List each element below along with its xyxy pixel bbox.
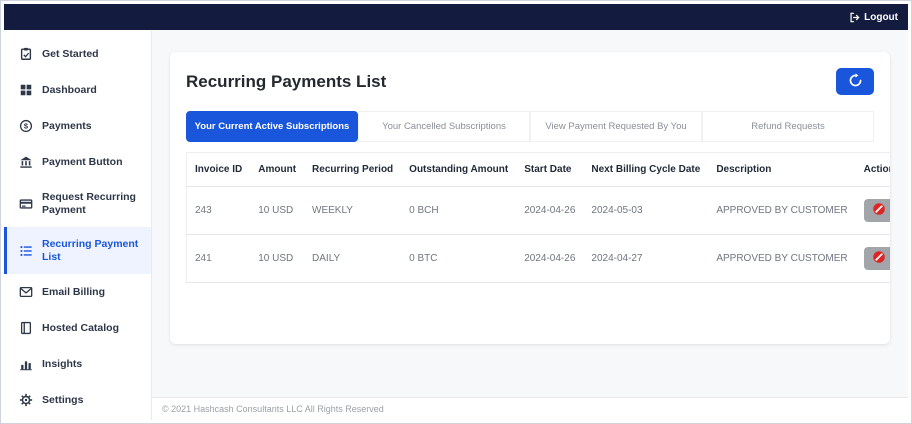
sidebar-item-insights[interactable]: Insights	[4, 346, 151, 382]
sidebar-item-label: Hosted Catalog	[42, 322, 120, 335]
dashboard-grid-icon	[19, 83, 33, 97]
sidebar-item-request-recurring-payment[interactable]: Request Recurring Payment	[4, 180, 151, 227]
cell-description: APPROVED BY CUSTOMER	[708, 234, 856, 283]
history-button[interactable]	[836, 68, 874, 95]
cell-start-date: 2024-04-26	[516, 234, 584, 283]
cell-amount: 10 USD	[250, 234, 305, 283]
tab-payment-requested-by-you[interactable]: View Payment Requested By You	[530, 111, 702, 142]
sidebar-item-label: Dashboard	[42, 83, 97, 96]
column-header-start-date: Start Date	[516, 152, 584, 187]
sidebar-item-recurring-payment-list[interactable]: Recurring Payment List	[4, 227, 151, 275]
table-row: 241 10 USD DAILY 0 BTC 2024-04-26 2024-0…	[186, 234, 890, 283]
cell-recurring-period: DAILY	[304, 234, 402, 283]
subscriptions-table: Invoice ID Amount Recurring Period Outst…	[186, 152, 890, 283]
cell-start-date: 2024-04-26	[516, 186, 584, 235]
recurring-payments-card: Recurring Payments List Your Current Act…	[170, 52, 890, 344]
svg-text:$: $	[24, 122, 29, 131]
card-request-icon	[19, 197, 33, 211]
top-header: Logout	[4, 4, 908, 30]
column-header-recurring-period: Recurring Period	[304, 152, 402, 187]
cancel-subscription-button[interactable]	[863, 247, 890, 270]
sidebar-item-label: Get Started	[42, 47, 99, 60]
footer: © 2021 Hashcash Consultants LLC All Righ…	[152, 397, 908, 420]
table-row: 243 10 USD WEEKLY 0 BCH 2024-04-26 2024-…	[186, 186, 890, 235]
dollar-circle-icon: $	[19, 119, 33, 133]
gear-icon	[19, 393, 33, 407]
list-icon	[19, 244, 33, 258]
catalog-book-icon	[19, 321, 33, 335]
cell-next-billing-cycle-date: 2024-05-03	[583, 186, 709, 235]
sidebar-item-label: Request Recurring Payment	[42, 191, 136, 216]
sidebar-item-settings[interactable]: Settings	[4, 382, 151, 418]
column-header-next-billing-cycle-date: Next Billing Cycle Date	[583, 152, 709, 187]
sidebar-item-label: Payment Button	[42, 155, 123, 168]
copyright-text: © 2021 Hashcash Consultants LLC All Righ…	[162, 404, 384, 414]
sidebar-item-label: Settings	[42, 394, 84, 407]
tab-refund-requests[interactable]: Refund Requests	[702, 111, 874, 142]
cell-next-billing-cycle-date: 2024-04-27	[583, 234, 709, 283]
cell-outstanding-amount: 0 BTC	[401, 234, 517, 283]
history-icon	[848, 72, 863, 91]
cell-invoice-id: 241	[186, 234, 251, 283]
column-header-invoice-id: Invoice ID	[186, 152, 251, 187]
sidebar-item-payment-button[interactable]: Payment Button	[4, 144, 151, 180]
sidebar: Get Started Dashboard $ Payments Payment…	[4, 30, 152, 420]
column-header-outstanding-amount: Outstanding Amount	[401, 152, 517, 187]
subscription-tabs: Your Current Active Subscriptions Your C…	[186, 111, 874, 142]
sidebar-item-label: Recurring Payment List	[42, 238, 139, 263]
sidebar-item-payments[interactable]: $ Payments	[4, 108, 151, 144]
cancel-subscription-button[interactable]	[863, 199, 890, 222]
get-started-icon	[19, 47, 33, 61]
sidebar-item-hosted-catalog[interactable]: Hosted Catalog	[4, 310, 151, 346]
sidebar-item-email-billing[interactable]: Email Billing	[4, 274, 151, 310]
cell-invoice-id: 243	[186, 186, 251, 235]
sidebar-item-dashboard[interactable]: Dashboard	[4, 72, 151, 108]
bank-icon	[19, 155, 33, 169]
logout-label: Logout	[864, 11, 898, 23]
main-content: Recurring Payments List Your Current Act…	[152, 30, 908, 420]
sidebar-item-get-started[interactable]: Get Started	[4, 36, 151, 72]
bar-chart-icon	[19, 357, 33, 371]
tab-cancelled-subscriptions[interactable]: Your Cancelled Subscriptions	[358, 111, 530, 142]
page-title: Recurring Payments List	[186, 71, 387, 91]
logout-icon	[849, 12, 860, 23]
column-header-amount: Amount	[250, 152, 305, 187]
table-header-row: Invoice ID Amount Recurring Period Outst…	[186, 152, 890, 187]
column-header-action: Action	[855, 152, 890, 187]
cell-amount: 10 USD	[250, 186, 305, 235]
no-entry-icon	[872, 250, 886, 267]
column-header-description: Description	[708, 152, 856, 187]
app-body: Get Started Dashboard $ Payments Payment…	[4, 30, 908, 420]
sidebar-item-label: Email Billing	[42, 286, 106, 299]
email-icon	[19, 285, 33, 299]
no-entry-icon	[872, 202, 886, 219]
sidebar-item-label: Payments	[42, 119, 92, 132]
cell-recurring-period: WEEKLY	[304, 186, 402, 235]
tab-current-active-subscriptions[interactable]: Your Current Active Subscriptions	[186, 111, 358, 142]
cell-description: APPROVED BY CUSTOMER	[708, 186, 856, 235]
logout-button[interactable]: Logout	[849, 12, 898, 23]
sidebar-item-label: Insights	[42, 358, 83, 371]
app-window: Logout Get Started Dashboard $ Payments …	[0, 0, 912, 424]
cell-outstanding-amount: 0 BCH	[401, 186, 517, 235]
